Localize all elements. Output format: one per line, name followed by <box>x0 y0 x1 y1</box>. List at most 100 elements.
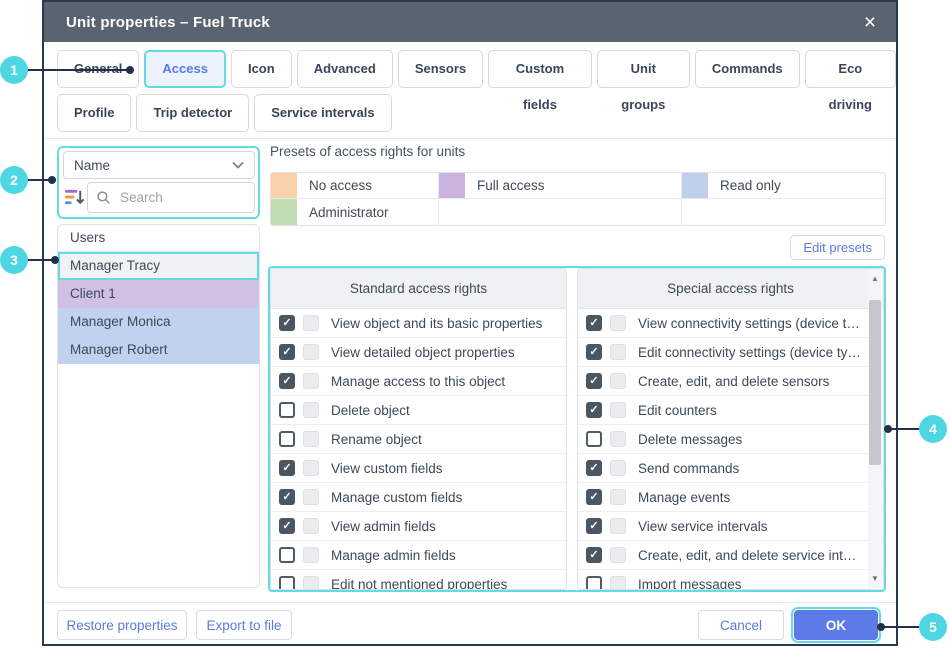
checkbox-unchecked[interactable] <box>586 576 602 590</box>
check-icon: ✓ <box>589 376 598 387</box>
checkbox-checked[interactable]: ✓ <box>586 315 602 331</box>
check-icon: ✓ <box>589 521 598 532</box>
export-to-file-button[interactable]: Export to file <box>196 610 292 640</box>
checkbox-checked[interactable]: ✓ <box>279 489 295 505</box>
callout-line-1 <box>26 69 132 71</box>
checkbox-checked[interactable]: ✓ <box>586 344 602 360</box>
close-icon[interactable]: × <box>854 2 886 42</box>
sort-button[interactable] <box>62 185 86 211</box>
tab-advanced[interactable]: Advanced <box>297 50 393 88</box>
restore-properties-button[interactable]: Restore properties <box>57 610 187 640</box>
tab-icon[interactable]: Icon <box>231 50 292 88</box>
checkbox-unchecked[interactable] <box>279 576 295 590</box>
checkbox-checked[interactable]: ✓ <box>586 373 602 389</box>
access-right-label: Delete messages <box>638 432 863 447</box>
tab-trip-detector[interactable]: Trip detector <box>136 94 249 132</box>
preset-color-swatch <box>271 173 297 199</box>
checkbox-checked[interactable]: ✓ <box>279 315 295 331</box>
checkbox-disabled <box>303 460 319 476</box>
tab-eco-driving[interactable]: Eco driving <box>805 50 896 88</box>
checkbox-checked[interactable]: ✓ <box>279 344 295 360</box>
ok-button[interactable]: OK <box>794 610 878 640</box>
checkbox-disabled <box>303 576 319 590</box>
access-right-label: Edit not mentioned properties <box>331 577 566 591</box>
scrollbar-thumb[interactable] <box>869 300 881 465</box>
preset-no-access[interactable]: No access <box>271 173 439 199</box>
list-item-client-1[interactable]: Client 1 <box>58 280 259 308</box>
checkbox-checked[interactable]: ✓ <box>279 460 295 476</box>
checkbox-checked[interactable]: ✓ <box>279 518 295 534</box>
preset-color-swatch <box>682 173 708 199</box>
preset-color-swatch <box>439 173 465 199</box>
checkbox-disabled <box>303 373 319 389</box>
tab-commands[interactable]: Commands <box>695 50 800 88</box>
preset-name: Administrator <box>309 205 389 220</box>
checkbox-disabled <box>610 460 626 476</box>
preset-read-only[interactable]: Read only <box>682 173 885 199</box>
preset-full-access[interactable]: Full access <box>439 173 682 199</box>
preset-administrator[interactable]: Administrator <box>271 199 439 225</box>
users-list-body: Manager TracyClient 1Manager MonicaManag… <box>58 252 259 364</box>
list-item-manager-monica[interactable]: Manager Monica <box>58 308 259 336</box>
access-right-label: Create, edit, and delete service interv… <box>638 548 863 563</box>
footer-divider <box>44 602 896 603</box>
access-right-row-edit-not-mentioned-properties: Edit not mentioned properties <box>271 570 566 590</box>
tab-sensors[interactable]: Sensors <box>398 50 483 88</box>
checkbox-checked[interactable]: ✓ <box>586 547 602 563</box>
access-right-row-manage-access-to-this-object: ✓Manage access to this object <box>271 367 566 396</box>
search-box <box>87 182 255 213</box>
checkbox-disabled <box>610 431 626 447</box>
access-right-label: Send commands <box>638 461 863 476</box>
access-right-row-import-messages: Import messages <box>578 570 883 590</box>
check-icon: ✓ <box>589 347 598 358</box>
access-right-row-manage-custom-fields: ✓ Manage custom fields <box>271 483 566 512</box>
chevron-down-icon <box>232 161 244 169</box>
checkbox-unchecked[interactable] <box>279 431 295 447</box>
access-right-label: Delete object <box>331 403 566 418</box>
tab-service-intervals[interactable]: Service intervals <box>254 94 391 132</box>
list-item-manager-robert[interactable]: Manager Robert <box>58 336 259 364</box>
checkbox-disabled <box>303 344 319 360</box>
access-right-label: View connectivity settings (device typ… <box>638 316 863 331</box>
access-right-label: Rename object <box>331 432 566 447</box>
callout-dot-3 <box>51 256 59 264</box>
checkbox-checked[interactable]: ✓ <box>586 518 602 534</box>
access-right-label: View detailed object properties <box>331 345 566 360</box>
access-right-row-delete-messages: Delete messages <box>578 425 883 454</box>
checkbox-checked[interactable]: ✓ <box>586 402 602 418</box>
checkbox-unchecked[interactable] <box>586 431 602 447</box>
filter-type-select[interactable]: Name <box>63 151 255 179</box>
standard-rights-body: ✓View object and its basic properties✓Vi… <box>271 309 566 590</box>
preset-name: No access <box>309 178 372 193</box>
tab-custom-fields[interactable]: Custom fields <box>488 50 592 88</box>
checkbox-checked[interactable]: ✓ <box>279 373 295 389</box>
vertical-scrollbar[interactable]: ▲ ▼ <box>868 270 882 588</box>
tab-profile[interactable]: Profile <box>57 94 131 132</box>
presets-label: Presets of access rights for units <box>270 144 465 159</box>
list-item-manager-tracy[interactable]: Manager Tracy <box>58 252 259 280</box>
checkbox-disabled <box>610 547 626 563</box>
access-right-row-view-object-and-its-basic-properties: ✓View object and its basic properties <box>271 309 566 338</box>
access-right-row-manage-events: ✓Manage events <box>578 483 883 512</box>
special-rights-header: Special access rights <box>578 269 883 309</box>
checkbox-disabled <box>303 315 319 331</box>
callout-line-4 <box>890 428 920 430</box>
checkbox-unchecked[interactable] <box>279 547 295 563</box>
access-right-label: Manage custom fields <box>331 490 566 505</box>
checkbox-checked[interactable]: ✓ <box>586 489 602 505</box>
tab-access[interactable]: Access <box>144 50 226 88</box>
scroll-down-icon[interactable]: ▼ <box>868 572 882 586</box>
access-right-row-view-detailed-object-properties: ✓ View detailed object properties <box>271 338 566 367</box>
preset-color-swatch <box>271 199 297 225</box>
access-right-label: Manage admin fields <box>331 548 566 563</box>
checkbox-checked[interactable]: ✓ <box>586 460 602 476</box>
checkbox-unchecked[interactable] <box>279 402 295 418</box>
tab-unit-groups[interactable]: Unit groups <box>597 50 690 88</box>
check-icon: ✓ <box>282 492 291 503</box>
edit-presets-button[interactable]: Edit presets <box>790 235 885 260</box>
search-input[interactable] <box>118 189 246 206</box>
check-icon: ✓ <box>589 492 598 503</box>
cancel-button[interactable]: Cancel <box>698 610 784 640</box>
scroll-up-icon[interactable]: ▲ <box>868 272 882 286</box>
checkbox-disabled <box>610 315 626 331</box>
